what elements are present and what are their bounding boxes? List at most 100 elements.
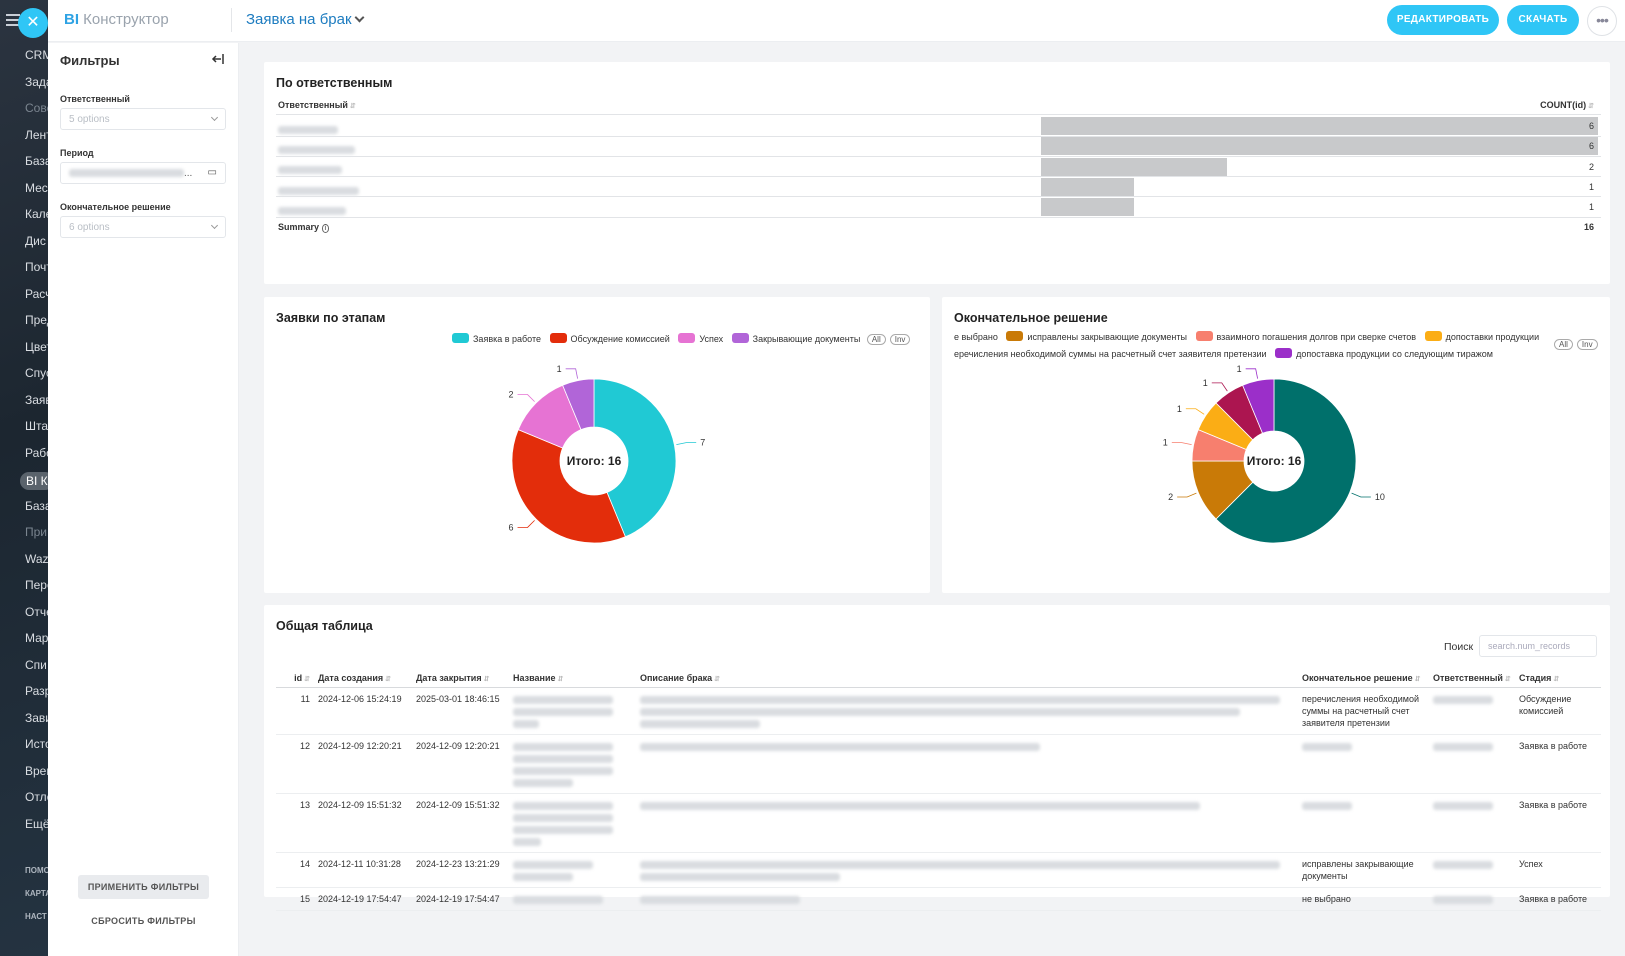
column-header-responsible[interactable]: Ответственный ⇵ <box>1429 669 1515 688</box>
edit-button[interactable]: РЕДАКТИРОВАТЬ <box>1387 5 1499 35</box>
count-value: 1 <box>1588 202 1594 213</box>
info-icon[interactable]: i <box>321 224 330 233</box>
nav-item[interactable]: Штат <box>25 419 48 433</box>
nav-item[interactable]: Зада <box>25 75 48 89</box>
filters-panel: Фильтры Ответственный 5 options Период .… <box>48 43 239 956</box>
leader-line <box>1171 442 1192 446</box>
count-value: 6 <box>1588 121 1594 131</box>
nav-item[interactable]: Отче <box>25 605 48 619</box>
filters-title: Фильтры <box>60 53 120 68</box>
data-label: 1 <box>1237 364 1242 374</box>
table-row[interactable]: 12 2024-12-09 12:20:21 2024-12-09 12:20:21… <box>276 734 1601 794</box>
nav-item[interactable]: КАРТА <box>25 889 48 898</box>
download-button[interactable]: СКАЧАТЬ <box>1507 5 1579 35</box>
leader-line <box>565 368 579 379</box>
leader-line <box>1177 492 1197 498</box>
column-header-description[interactable]: Описание брака ⇵ <box>636 669 1298 688</box>
count-value: 2 <box>1588 161 1594 172</box>
nav-item[interactable]: НАСТ <box>25 912 47 921</box>
nav-item[interactable]: Waz <box>25 552 48 566</box>
column-header-responsible[interactable]: Ответственный ⇵ <box>278 100 356 110</box>
nav-item[interactable]: Дис <box>25 234 46 248</box>
nav-item[interactable]: Цвет <box>25 340 48 354</box>
leader-line <box>1211 382 1228 392</box>
cell-responsible <box>1429 793 1515 853</box>
column-header-stage[interactable]: Стадия ⇵ <box>1515 669 1601 688</box>
nav-item[interactable]: CRM <box>25 48 48 62</box>
table-row[interactable]: 14 2024-12-11 10:31:28 2024-12-23 13:21:29… <box>276 852 1601 888</box>
decision-select[interactable]: 6 options <box>60 216 226 238</box>
cell-id: 14 <box>276 852 314 888</box>
decision-filter-label: Окончательное решение <box>60 202 171 212</box>
by-responsible-card: По ответственным Ответственный ⇵ COUNT(id… <box>264 62 1610 284</box>
column-header-count[interactable]: COUNT(id) ⇵ <box>1540 100 1594 110</box>
decision-donut-chart[interactable]: 10 2 1 1 1 1 Итого: 16 <box>942 297 1610 593</box>
cell-id: 15 <box>276 887 314 911</box>
close-button[interactable]: ✕ <box>18 8 48 38</box>
cell-stage: Успех <box>1515 852 1601 888</box>
nav-item[interactable]: Расч <box>25 287 48 301</box>
brand-logo: BI Конструктор <box>64 11 169 28</box>
nav-item[interactable]: Мар <box>25 631 48 645</box>
cell-created: 2024-12-09 12:20:21 <box>314 734 412 794</box>
cell-stage: Обсуждение комиссией <box>1515 687 1601 735</box>
nav-item[interactable]: База <box>25 499 48 513</box>
data-label: 1 <box>1177 404 1182 414</box>
column-header-name[interactable]: Название ⇵ <box>509 669 636 688</box>
nav-item[interactable]: При <box>25 525 47 539</box>
app-navigation: CRM Зада Сове Лент База Мес Кале Дис Почт Расч Пре… <box>0 0 48 956</box>
table-row[interactable]: 15 2024-12-19 17:54:47 2024-12-19 17:54:47… <box>276 887 1601 911</box>
reset-filters-button[interactable]: СБРОСИТЬ ФИЛЬТРЫ <box>78 909 209 933</box>
cell-name <box>509 887 636 911</box>
leader-line <box>517 394 535 402</box>
nav-item[interactable]: Ещё <box>25 817 48 831</box>
calendar-icon: ▭ <box>207 167 217 178</box>
nav-item[interactable]: Врем <box>25 764 48 778</box>
nav-item[interactable]: Разр <box>25 684 48 698</box>
column-header-created[interactable]: Дата создания ⇵ <box>314 669 412 688</box>
summary-label: Summary i <box>278 222 330 233</box>
stages-donut-chart[interactable]: 7 6 2 1 Итого: 16 <box>264 297 930 593</box>
search-input[interactable]: search.num_records <box>1479 635 1597 657</box>
nav-item[interactable]: Почт <box>25 260 48 274</box>
column-header-id[interactable]: id ⇵ <box>276 669 314 688</box>
cell-id: 12 <box>276 734 314 794</box>
nav-item[interactable]: BI К <box>20 472 48 490</box>
table-row[interactable]: 11 2024-12-06 15:24:19 2025-03-01 18:46:15… <box>276 687 1601 735</box>
nav-item[interactable]: Спус <box>25 366 48 380</box>
cell-id: 13 <box>276 793 314 853</box>
nav-item[interactable]: Мес <box>25 181 48 195</box>
nav-item[interactable]: Заяв <box>25 393 48 407</box>
nav-item[interactable]: Рабо <box>25 446 48 460</box>
cell-stage: Заявка в работе <box>1515 734 1601 794</box>
chevron-down-icon[interactable] <box>354 12 365 23</box>
cell-closed: 2024-12-09 12:20:21 <box>412 734 509 794</box>
nav-item[interactable]: Кале <box>25 207 48 221</box>
responsible-select[interactable]: 5 options <box>60 108 226 130</box>
nav-item[interactable]: ПОМО <box>25 866 48 875</box>
nav-item[interactable]: Пере <box>25 578 48 592</box>
apply-filters-button[interactable]: ПРИМЕНИТЬ ФИЛЬТРЫ <box>78 875 209 899</box>
count-bar <box>1041 137 1598 156</box>
leader-line <box>676 442 697 446</box>
column-header-closed[interactable]: Дата закрытия ⇵ <box>412 669 509 688</box>
summary-value: 16 <box>1583 222 1594 232</box>
nav-item[interactable]: Отло <box>25 790 48 804</box>
data-label: 1 <box>1203 378 1208 388</box>
collapse-icon[interactable] <box>211 52 225 66</box>
period-date-input[interactable]: ... ▭ <box>60 162 226 184</box>
nav-item[interactable]: Сове <box>25 101 48 115</box>
column-header-decision[interactable]: Окончательное решение ⇵ <box>1298 669 1429 688</box>
nav-item[interactable]: База <box>25 154 48 168</box>
table-row[interactable]: 13 2024-12-09 15:51:32 2024-12-09 15:51:32… <box>276 793 1601 853</box>
nav-item[interactable]: Пред <box>25 313 48 327</box>
nav-item[interactable]: Спи <box>25 658 47 672</box>
nav-item[interactable]: Лент <box>25 128 48 142</box>
chevron-down-icon <box>210 221 219 230</box>
cell-description <box>636 852 1298 888</box>
nav-item[interactable]: Зави <box>25 711 48 725</box>
nav-item[interactable]: Исто <box>25 737 48 751</box>
dashboard-title[interactable]: Заявка на брак <box>246 11 352 28</box>
count-value: 1 <box>1588 181 1594 192</box>
more-icon[interactable]: ••• <box>1587 6 1617 36</box>
